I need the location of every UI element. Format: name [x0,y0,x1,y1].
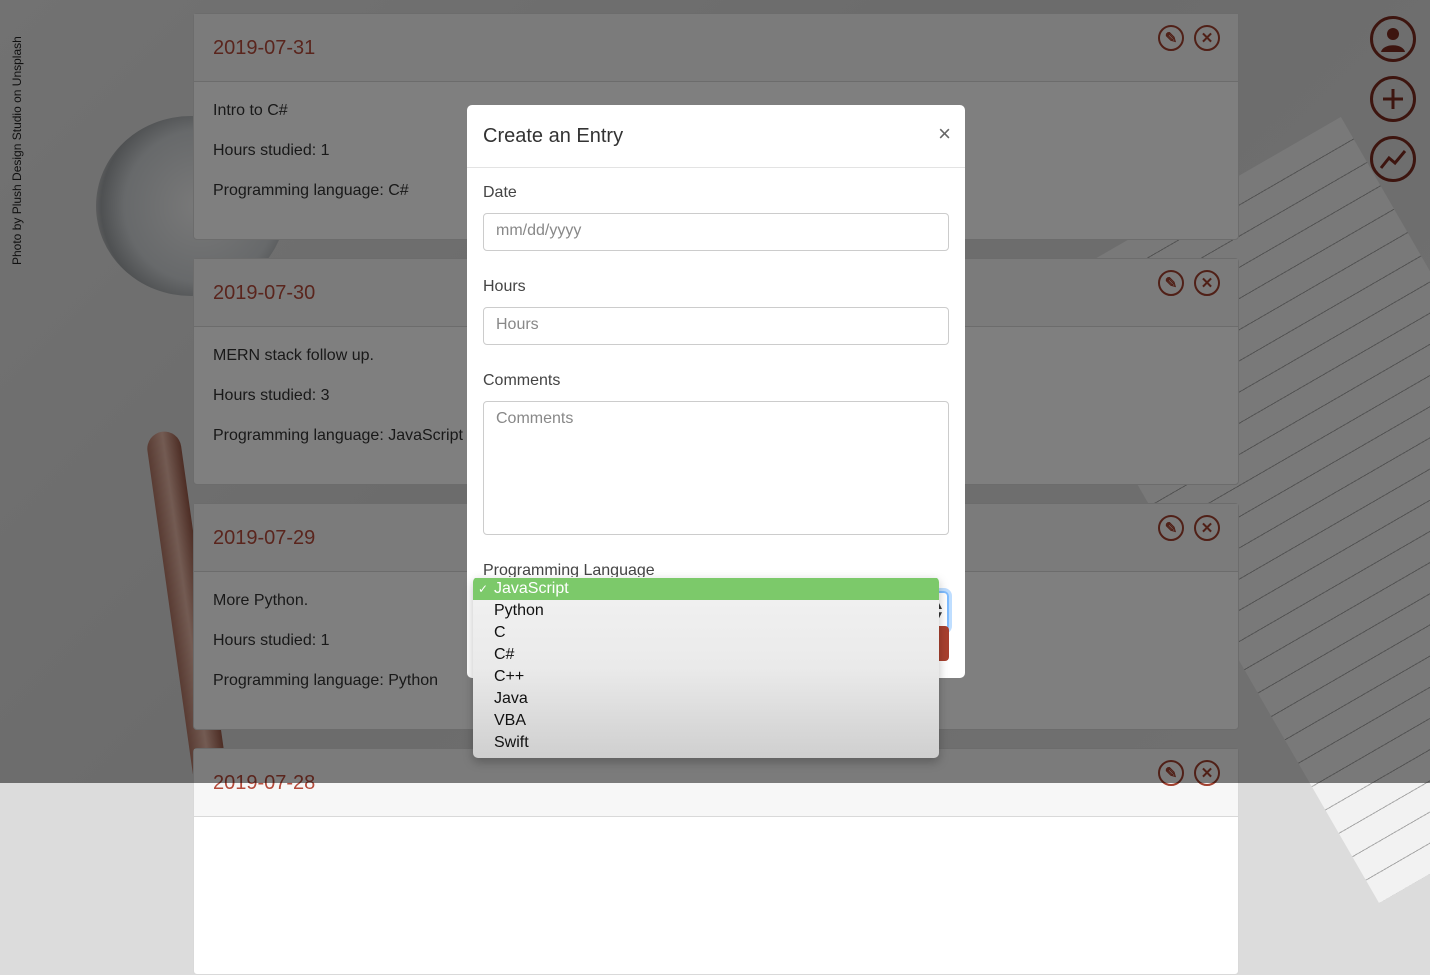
modal-header: Create an Entry × [467,105,965,168]
language-dropdown: ✓ JavaScript Python C C# C++ Java VBA Sw… [473,577,939,758]
option-label: C++ [494,668,525,685]
date-label: Date [483,184,517,201]
hours-input[interactable]: Hours [483,307,949,345]
option-label: JavaScript [494,580,569,597]
modal-body: Date mm/dd/yyyy Hours Hours Comments Com… [467,168,965,647]
comments-label: Comments [483,372,561,389]
comments-textarea[interactable]: Comments [483,401,949,535]
option-label: Python [494,602,544,619]
date-input[interactable]: mm/dd/yyyy [483,213,949,251]
language-option[interactable]: ✓ JavaScript [473,578,939,600]
checkmark-icon: ✓ [478,582,489,596]
modal-title: Create an Entry [483,125,624,147]
option-label: VBA [494,712,527,729]
option-label: Java [494,690,528,707]
close-icon[interactable]: × [938,123,951,145]
language-option[interactable]: Python [473,600,939,622]
option-label: C [494,624,506,641]
language-option[interactable]: C [473,622,939,644]
hours-label: Hours [483,278,526,295]
language-option[interactable]: C# [473,644,939,666]
language-option[interactable]: VBA [473,710,939,732]
option-label: Swift [494,734,529,751]
option-label: C# [494,646,515,663]
language-option[interactable]: Swift [473,732,939,754]
language-option[interactable]: C++ [473,666,939,688]
language-option[interactable]: Java [473,688,939,710]
